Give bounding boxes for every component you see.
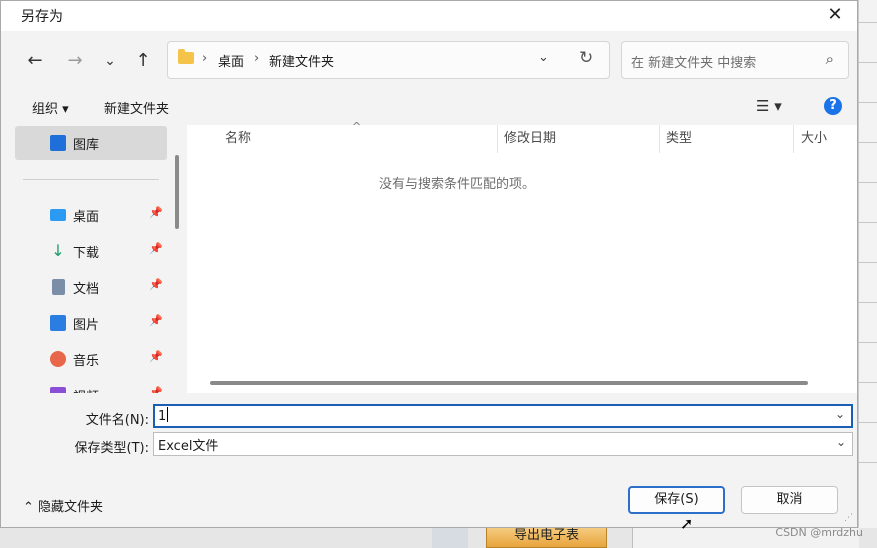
command-bar: 组织 ▾ 新建文件夹 ☰ ▾ ? (1, 89, 857, 125)
pin-icon: 📌 (149, 278, 163, 291)
forward-button[interactable]: → (63, 49, 87, 73)
divider (23, 179, 159, 180)
close-button[interactable]: ✕ (813, 1, 857, 29)
background-app-panel (858, 0, 877, 548)
forward-arrow-icon: → (67, 50, 83, 71)
save-as-dialog: 另存为 ✕ ← → ⌄ ↑ › 桌面 › 新建文件夹 ⌄ ↻ 在 新建文件夹 中… (0, 0, 858, 528)
sidebar-item-documents[interactable]: 文档 📌 (15, 270, 167, 304)
sidebar-item-label: 图库 (73, 138, 100, 153)
close-icon: ✕ (827, 4, 843, 25)
filename-value: 1 (158, 409, 167, 424)
dialog-title: 另存为 (21, 9, 63, 25)
folder-icon (178, 49, 194, 64)
address-dropdown-icon[interactable]: ⌄ (538, 50, 549, 65)
help-icon[interactable]: ? (824, 97, 842, 115)
hide-folders-toggle[interactable]: ⌃ 隐藏文件夹 (23, 496, 103, 515)
filename-input[interactable]: 1 ⌄ (153, 404, 853, 428)
column-divider[interactable] (659, 125, 660, 153)
column-header-type[interactable]: 类型 (666, 125, 692, 153)
organize-menu[interactable]: 组织 ▾ (32, 98, 69, 117)
filetype-select[interactable]: Excel文件 ⌄ (153, 432, 853, 456)
chevron-up-icon: ⌃ (23, 500, 34, 515)
sidebar-item-label: 下载 (73, 246, 100, 261)
sidebar-item-videos[interactable]: 视频 📌 (15, 378, 167, 393)
text-caret (167, 407, 169, 422)
sidebar-item-music[interactable]: 音乐 📌 (15, 342, 167, 376)
sidebar-item-label: 图片 (73, 318, 100, 333)
chevron-right-icon: › (254, 51, 260, 66)
music-icon (50, 351, 66, 367)
breadcrumb-new-folder[interactable]: 新建文件夹 (269, 51, 334, 70)
new-folder-button[interactable]: 新建文件夹 (104, 98, 169, 117)
download-icon: ↓ (51, 241, 65, 260)
up-arrow-icon: ↑ (135, 50, 151, 71)
sidebar-scrollbar[interactable] (175, 155, 179, 229)
save-button[interactable]: 保存(S) (628, 486, 725, 514)
column-header-date-modified[interactable]: 修改日期 (504, 125, 556, 153)
mouse-cursor-icon: ➚ (680, 514, 694, 533)
pin-icon: 📌 (149, 350, 163, 363)
up-button[interactable]: ↑ (131, 49, 155, 73)
sidebar-item-label: 文档 (73, 282, 100, 297)
dialog-footer: ⌃ 隐藏文件夹 保存(S) 取消 ⋰ (1, 465, 857, 527)
view-options-icon[interactable]: ☰ ▾ (756, 97, 782, 115)
gallery-icon (50, 135, 66, 151)
address-bar[interactable]: › 桌面 › 新建文件夹 ⌄ ↻ (167, 41, 610, 79)
back-arrow-icon: ← (27, 50, 43, 71)
horizontal-scrollbar[interactable] (210, 381, 808, 385)
search-icon: ⌕ (825, 50, 834, 68)
filename-label: 文件名(N): (85, 413, 149, 428)
chevron-down-icon: ⌄ (104, 53, 116, 69)
pin-icon: 📌 (149, 314, 163, 327)
breadcrumb-desktop[interactable]: 桌面 (218, 51, 244, 70)
sidebar-item-label: 桌面 (73, 210, 100, 225)
desktop-icon (50, 209, 66, 221)
back-button[interactable]: ← (23, 49, 47, 73)
search-box[interactable]: 在 新建文件夹 中搜索 ⌕ (621, 41, 849, 79)
column-divider[interactable] (497, 125, 498, 153)
filetype-value: Excel文件 (158, 439, 219, 454)
pictures-icon (50, 315, 66, 331)
chevron-down-icon: ⌄ (835, 435, 846, 449)
title-bar: 另存为 ✕ (1, 1, 857, 29)
file-list: ^ 名称 修改日期 类型 大小 没有与搜索条件匹配的项。 (187, 120, 857, 393)
filetype-label: 保存类型(T): (74, 441, 149, 456)
pin-icon: 📌 (149, 242, 163, 255)
pin-icon: 📌 (149, 206, 163, 219)
save-fields: 文件名(N): 1 ⌄ 保存类型(T): Excel文件 ⌄ (1, 393, 857, 465)
background-strip (432, 528, 468, 548)
sidebar-item-pictures[interactable]: 图片 📌 (15, 306, 167, 340)
chevron-down-icon[interactable]: ⌄ (835, 407, 845, 421)
column-header-name[interactable]: 名称 (225, 125, 251, 153)
sidebar-item-downloads[interactable]: ↓ 下载 📌 (15, 234, 167, 268)
navigation-bar: ← → ⌄ ↑ › 桌面 › 新建文件夹 ⌄ ↻ 在 新建文件夹 中搜索 ⌕ (1, 31, 857, 89)
pin-icon: 📌 (149, 386, 163, 393)
sidebar-item-desktop[interactable]: 桌面 📌 (15, 198, 167, 232)
search-placeholder: 在 新建文件夹 中搜索 (631, 56, 757, 71)
sidebar-item-label: 音乐 (73, 354, 100, 369)
cancel-button[interactable]: 取消 (741, 486, 838, 514)
empty-message: 没有与搜索条件匹配的项。 (378, 177, 535, 192)
sort-ascending-icon: ^ (352, 120, 362, 133)
sidebar-item-label: 视频 (73, 386, 99, 393)
column-divider[interactable] (793, 125, 794, 153)
resize-grip-icon[interactable]: ⋰ (844, 513, 853, 523)
recent-locations-button[interactable]: ⌄ (98, 49, 122, 73)
refresh-icon[interactable]: ↻ (579, 48, 593, 68)
chevron-right-icon: › (202, 51, 208, 66)
documents-icon (52, 279, 65, 295)
column-header-size[interactable]: 大小 (801, 125, 827, 153)
sidebar-item-gallery[interactable]: 图库 (15, 126, 167, 160)
hide-folders-label: 隐藏文件夹 (38, 500, 104, 515)
navigation-pane: 图库 桌面 📌 ↓ 下载 📌 文档 📌 图片 📌 音乐 📌 📌 (1, 125, 187, 393)
